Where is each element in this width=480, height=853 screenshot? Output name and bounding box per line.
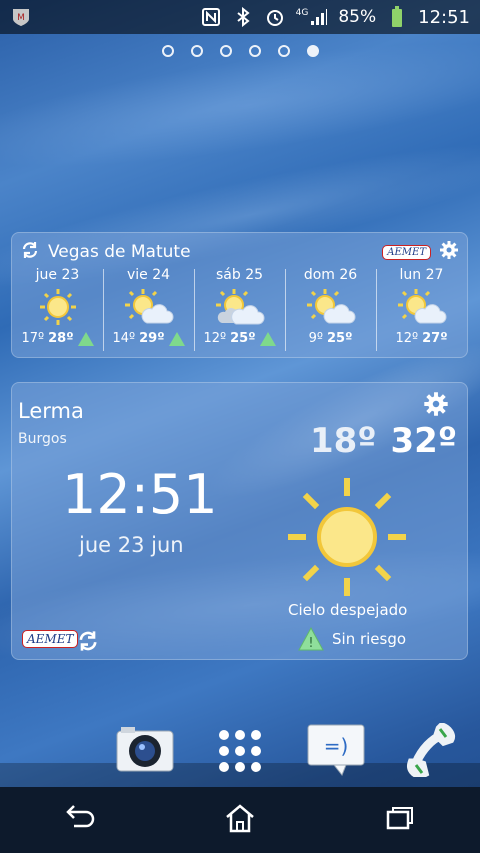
- home-icon[interactable]: [224, 803, 256, 837]
- phone-app-icon[interactable]: [402, 721, 458, 781]
- forecast-location: Vegas de Matute: [48, 242, 191, 262]
- refresh-icon[interactable]: [20, 240, 40, 265]
- svg-text:=): =): [324, 734, 349, 758]
- navigation-bar: [0, 787, 480, 853]
- forecast-day[interactable]: vie 24 14º 29º: [103, 265, 194, 357]
- sun-cloud-icon: [124, 289, 173, 324]
- apps-drawer-icon[interactable]: [216, 727, 264, 779]
- risk-triangle-icon: !: [298, 627, 324, 651]
- sun-cloud-icon: [397, 289, 446, 324]
- province-name: Burgos: [18, 431, 67, 447]
- battery-icon: [386, 6, 408, 28]
- sun-clouds-icon: [215, 289, 264, 325]
- aemet-logo: AEMET: [22, 630, 79, 648]
- temp-min: 14º: [112, 331, 136, 346]
- day-name: jue 23: [35, 267, 80, 283]
- temp-max: 29º: [139, 331, 165, 346]
- temp-min: 12º: [395, 331, 419, 346]
- day-name: dom 26: [303, 267, 358, 283]
- nfc-icon: [200, 6, 222, 28]
- forecast-widget[interactable]: Vegas de Matute AEMET jue 23 17º 28º vie …: [11, 232, 468, 358]
- warning-icon: [168, 331, 185, 346]
- signal-icon: 4G: [296, 8, 329, 26]
- camera-app-icon[interactable]: [115, 725, 175, 779]
- temp-max: 28º: [48, 331, 74, 346]
- temp-min: 12º: [203, 331, 227, 346]
- status-time: 12:51: [418, 6, 470, 28]
- day-name: vie 24: [126, 267, 171, 283]
- risk-status: ! Sin riesgo: [298, 627, 406, 651]
- weather-condition: Cielo despejado: [288, 601, 408, 619]
- bluetooth-icon: [232, 6, 254, 28]
- svg-text:M: M: [17, 13, 25, 23]
- recent-apps-icon[interactable]: [384, 804, 416, 836]
- warning-icon: [77, 331, 94, 346]
- page-indicator[interactable]: [0, 45, 480, 57]
- page-dot-active[interactable]: [306, 45, 319, 57]
- battery-percent: 85%: [338, 7, 377, 27]
- app-dock: =): [0, 719, 480, 791]
- refresh-icon[interactable]: [76, 629, 100, 657]
- temp-min: 9º: [308, 331, 323, 346]
- forecast-day[interactable]: jue 23 17º 28º: [12, 265, 103, 357]
- messaging-app-icon[interactable]: =): [306, 723, 366, 783]
- temperature-range: 18º 32º: [310, 421, 457, 461]
- aemet-logo: AEMET: [382, 244, 431, 260]
- settings-gear-icon[interactable]: [439, 240, 459, 265]
- clock-date[interactable]: jue 23 jun: [79, 533, 184, 557]
- temp-min: 17º: [21, 331, 45, 346]
- page-dot[interactable]: [161, 45, 174, 57]
- forecast-day[interactable]: lun 27 12º 27º: [376, 265, 467, 357]
- svg-text:!: !: [308, 636, 313, 651]
- page-dot[interactable]: [219, 45, 232, 57]
- temp-max: 27º: [422, 331, 448, 346]
- clock-time[interactable]: 12:51: [62, 463, 218, 526]
- day-name: lun 27: [399, 267, 444, 283]
- forecast-day[interactable]: sáb 25 12º 25º: [194, 265, 285, 357]
- mcafee-icon: M: [10, 6, 32, 28]
- temp-min: 18º: [310, 421, 377, 461]
- alarm-icon: [264, 6, 286, 28]
- forecast-day[interactable]: dom 26 9º 25º: [285, 265, 376, 357]
- clock-weather-widget[interactable]: Lerma Burgos 18º 32º 12:51 jue 23 jun Ci…: [11, 382, 468, 660]
- temp-max: 25º: [326, 331, 353, 346]
- page-dot[interactable]: [277, 45, 290, 57]
- page-dot[interactable]: [190, 45, 203, 57]
- sun-cloud-icon: [306, 289, 355, 324]
- sun-icon: [39, 289, 76, 325]
- temp-max: 32º: [390, 421, 458, 461]
- day-name: sáb 25: [215, 267, 264, 283]
- temp-max: 25º: [230, 331, 256, 346]
- settings-gear-icon[interactable]: [423, 391, 449, 421]
- sun-icon: [288, 478, 406, 596]
- status-bar[interactable]: M 4G 85% 12:51: [0, 0, 480, 34]
- back-icon[interactable]: [64, 804, 96, 836]
- network-type: 4G: [295, 8, 309, 18]
- page-dot[interactable]: [248, 45, 261, 57]
- city-name: Lerma: [18, 399, 84, 423]
- risk-label: Sin riesgo: [332, 630, 407, 648]
- warning-icon: [259, 331, 276, 346]
